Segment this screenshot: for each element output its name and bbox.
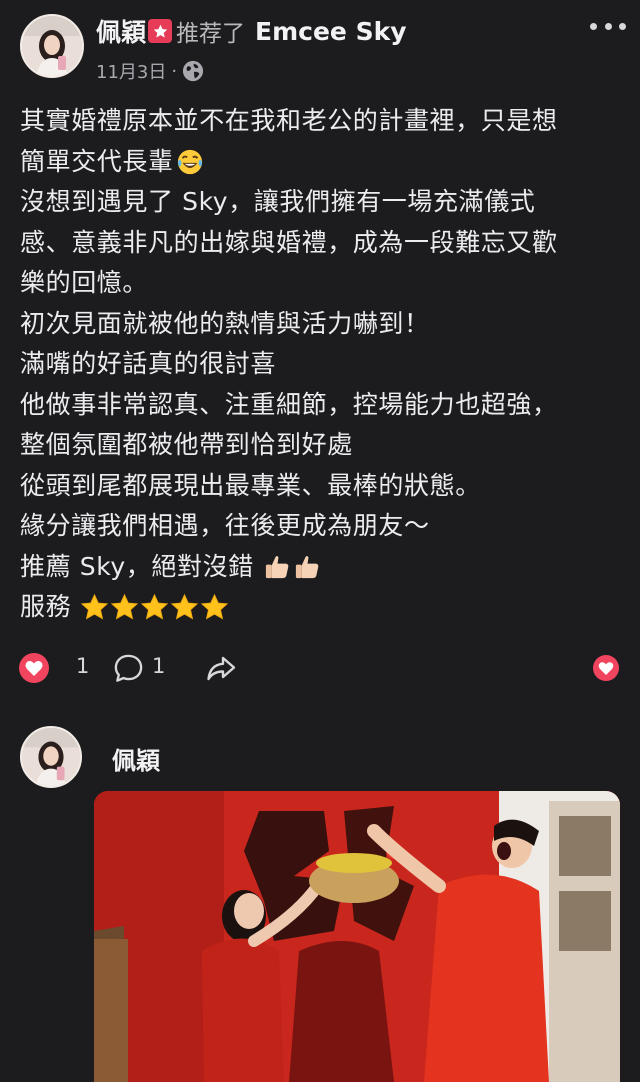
post-meta: 11月3日 ·	[96, 58, 204, 84]
star-emoji	[110, 593, 139, 622]
dot-icon	[604, 22, 612, 30]
star-emoji	[170, 593, 199, 622]
post-header: 佩穎 推荐了 Emcee Sky	[96, 14, 407, 48]
post-line-text: 服務	[20, 592, 72, 621]
commenter-name[interactable]: 佩穎	[112, 741, 160, 776]
meta-separator: ·	[171, 60, 178, 82]
recommended-page-name[interactable]: Emcee Sky	[255, 17, 407, 46]
post-line: 緣分讓我們相遇，往後更成為朋友～	[20, 511, 430, 540]
commenter-avatar[interactable]	[20, 726, 82, 788]
thumbs-up-emoji	[293, 552, 322, 581]
like-count[interactable]: 1	[76, 654, 89, 678]
post-body: 其實婚禮原本並不在我和老公的計畫裡，只是想 簡單交代長輩 沒想到遇見了 Sky，…	[20, 101, 626, 628]
post-line: 從頭到尾都展現出最專業、最棒的狀態。	[20, 470, 481, 500]
heart-reaction-icon[interactable]	[592, 654, 620, 682]
post-line: 他做事非常認真、注重細節，控場能力也超強，	[20, 389, 558, 419]
heart-reaction-icon[interactable]	[18, 652, 50, 684]
dot-icon	[619, 22, 626, 30]
post-date[interactable]: 11月3日	[96, 58, 166, 84]
post-line: 感、意義非凡的出嫁與婚禮，成為一段難忘又歡	[20, 227, 558, 257]
thumbs-up-emoji	[263, 552, 292, 581]
recommend-action-text: 推荐了	[176, 21, 246, 47]
star-emoji	[140, 593, 169, 622]
post-line: 推薦 Sky，絕對沒錯	[20, 547, 626, 588]
star-badge-icon	[148, 19, 173, 43]
star-emoji	[80, 593, 109, 622]
post-line: 樂的回憶。	[20, 268, 149, 297]
reaction-bar: 1 1	[18, 650, 622, 686]
author-name[interactable]: 佩穎	[96, 13, 146, 49]
post-line: 服務	[20, 587, 626, 628]
comment-icon[interactable]	[112, 652, 145, 685]
comment-photo[interactable]	[94, 791, 620, 1082]
post-line: 其實婚禮原本並不在我和老公的計畫裡，只是想	[20, 106, 558, 135]
post-line: 初次見面就被他的熱情與活力嚇到！	[20, 308, 430, 338]
comment-count[interactable]: 1	[152, 654, 165, 678]
star-emoji	[200, 593, 229, 622]
author-avatar[interactable]	[20, 14, 84, 78]
post-line: 簡單交代長輩	[20, 142, 626, 183]
globe-icon	[183, 60, 204, 82]
post-line-text: 簡單交代長輩	[20, 146, 174, 176]
post-line: 沒想到遇見了 Sky，讓我們擁有一場充滿儀式	[20, 187, 536, 216]
post-line: 滿嘴的好話真的很討喜	[20, 349, 277, 378]
dot-icon	[590, 22, 597, 30]
post-line-text: 推薦 Sky，絕對沒錯	[20, 551, 254, 581]
more-options-button[interactable]	[590, 14, 626, 38]
post-line: 整個氛圍都被他帶到恰到好處	[20, 430, 353, 459]
face-with-tears-of-joy-emoji	[176, 148, 204, 176]
share-icon[interactable]	[204, 651, 238, 685]
